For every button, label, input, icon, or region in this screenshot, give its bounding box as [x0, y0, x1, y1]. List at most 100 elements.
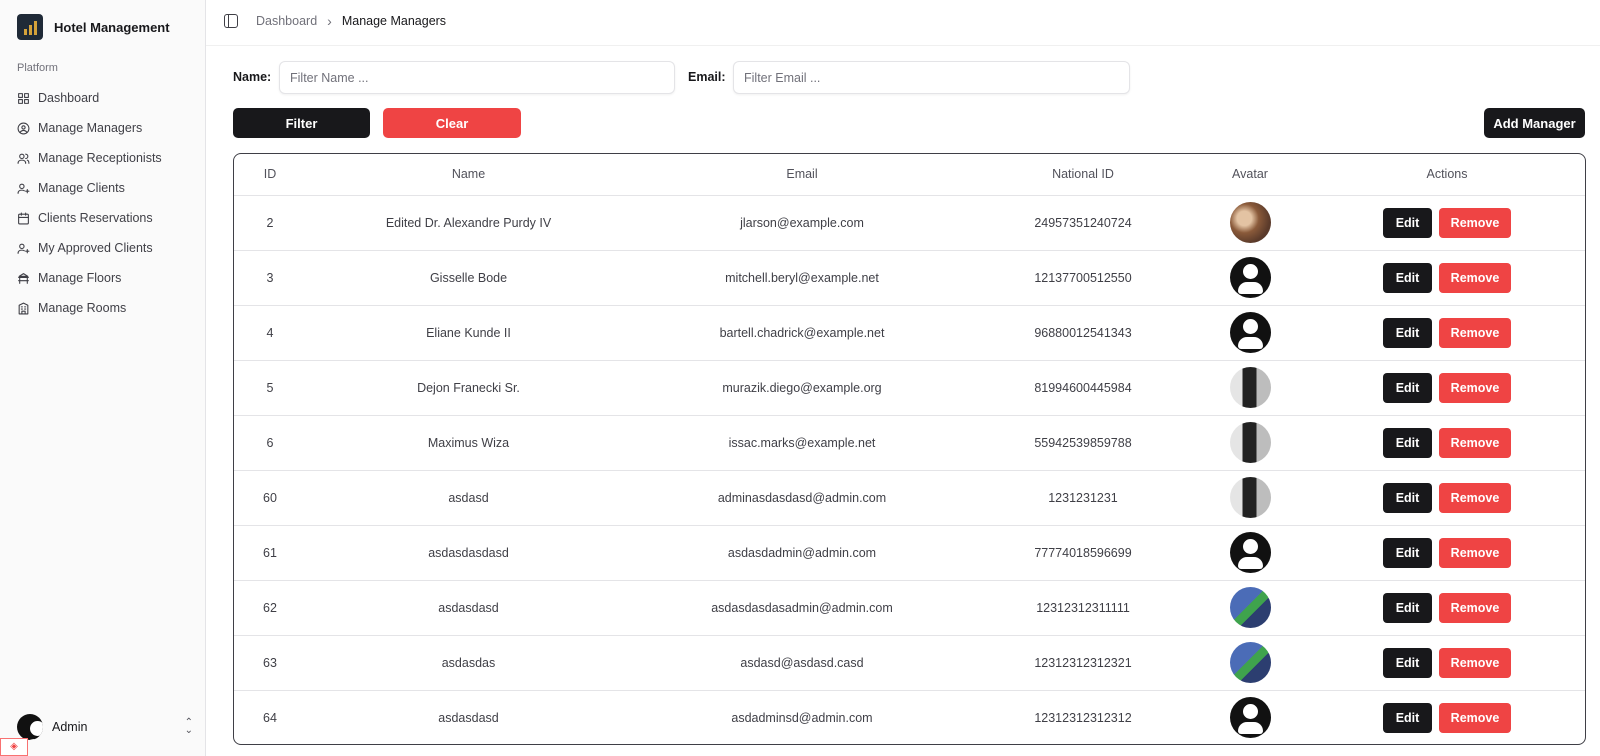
cell-actions: Edit Remove: [1307, 305, 1585, 361]
remove-button[interactable]: Remove: [1439, 372, 1511, 403]
cell-id: 5: [234, 360, 306, 416]
breadcrumb: Dashboard › Manage Managers: [224, 13, 446, 29]
clear-button[interactable]: Clear: [383, 108, 521, 138]
cell-national-id: 12312312311111: [973, 580, 1193, 636]
breadcrumb-dashboard[interactable]: Dashboard: [256, 14, 317, 28]
column-header: Actions: [1307, 154, 1585, 196]
name-filter-label: Name:: [233, 70, 272, 84]
sidebar-toggle-icon[interactable]: [224, 14, 238, 28]
cell-avatar: [1193, 415, 1307, 471]
cell-actions: Edit Remove: [1307, 250, 1585, 306]
sidebar-item-clients-reservations[interactable]: Clients Reservations: [10, 203, 196, 233]
breadcrumb-current: Manage Managers: [341, 14, 447, 28]
calendar-icon: [18, 212, 29, 224]
table-header-row: ID Name Email National ID Avatar Actions: [234, 154, 1585, 196]
sidebar-item-manage-receptionists[interactable]: Manage Receptionists: [10, 143, 196, 173]
sidebar-item-label: Manage Receptionists: [38, 151, 162, 165]
grid-icon: [18, 92, 29, 104]
cell-id: 63: [234, 635, 306, 691]
cell-national-id: 24957351240724: [973, 195, 1193, 251]
avatar: [1229, 257, 1271, 298]
table-row: 63 asdasdas asdasd@asdasd.casd 123123123123…: [234, 635, 1585, 691]
sidebar-item-label: Manage Managers: [38, 121, 143, 135]
cell-email: murazik.diego@example.org: [631, 360, 973, 416]
sidebar-item-manage-managers[interactable]: Manage Managers: [10, 113, 196, 143]
brand[interactable]: Hotel Management: [17, 14, 170, 40]
cell-actions: Edit Remove: [1307, 525, 1585, 581]
cell-avatar: [1193, 305, 1307, 361]
cell-national-id: 12137700512550: [973, 250, 1193, 306]
floors-icon: [18, 272, 29, 284]
sidebar-item-manage-floors[interactable]: Manage Floors: [10, 263, 196, 293]
sidebar-item-manage-clients[interactable]: Manage Clients: [10, 173, 196, 203]
cell-avatar: [1193, 580, 1307, 636]
remove-button[interactable]: Remove: [1439, 537, 1511, 568]
table-row: 6 Maximus Wiza issac.marks@example.net 5594…: [234, 415, 1585, 471]
sidebar-item-my-approved-clients[interactable]: My Approved Clients: [10, 233, 196, 263]
cell-national-id: 81994600445984: [973, 360, 1193, 416]
sidebar-item-label: Dashboard: [38, 91, 100, 105]
edit-button[interactable]: Edit: [1383, 317, 1432, 348]
remove-button[interactable]: Remove: [1439, 317, 1511, 348]
avatar: [1229, 532, 1271, 573]
cell-name: Gisselle Bode: [306, 250, 631, 306]
table-row: 5 Dejon Franecki Sr. murazik.diego@example…: [234, 360, 1585, 416]
edit-button[interactable]: Edit: [1383, 262, 1432, 293]
edit-button[interactable]: Edit: [1383, 592, 1432, 623]
sidebar: Hotel Management Platform Dashboard Mana…: [0, 0, 206, 756]
cell-actions: Edit Remove: [1307, 360, 1585, 416]
cell-national-id: 96880012541343: [973, 305, 1193, 361]
edit-button[interactable]: Edit: [1383, 702, 1432, 733]
edit-button[interactable]: Edit: [1383, 427, 1432, 458]
cell-name: asdasd: [306, 470, 631, 526]
edit-button[interactable]: Edit: [1383, 207, 1432, 238]
remove-button[interactable]: Remove: [1439, 702, 1511, 733]
sidebar-item-dashboard[interactable]: Dashboard: [10, 83, 196, 113]
column-header: Name: [306, 154, 631, 196]
remove-button[interactable]: Remove: [1439, 647, 1511, 678]
remove-button[interactable]: Remove: [1439, 427, 1511, 458]
table-row: 64 asdasdasd asdadminsd@admin.com 123123123…: [234, 690, 1585, 744]
cell-actions: Edit Remove: [1307, 690, 1585, 744]
edit-button[interactable]: Edit: [1383, 537, 1432, 568]
remove-button[interactable]: Remove: [1439, 592, 1511, 623]
add-manager-button[interactable]: Add Manager: [1484, 108, 1585, 138]
sidebar-item-manage-rooms[interactable]: Manage Rooms: [10, 293, 196, 323]
cell-avatar: [1193, 250, 1307, 306]
sidebar-item-label: Manage Rooms: [38, 301, 127, 315]
avatar: [1229, 367, 1271, 408]
column-header: ID: [234, 154, 306, 196]
table-row: 2 Edited Dr. Alexandre Purdy IV jlarson@ex…: [234, 195, 1585, 251]
edit-button[interactable]: Edit: [1383, 482, 1432, 513]
user-avatar: [17, 714, 43, 740]
cell-id: 60: [234, 470, 306, 526]
table-row: 4 Eliane Kunde II bartell.chadrick@example…: [234, 305, 1585, 361]
cell-id: 64: [263, 710, 277, 725]
laravel-icon[interactable]: ◈: [0, 738, 28, 756]
sidebar-group-label: Platform: [17, 62, 58, 74]
user-name: Admin: [52, 720, 88, 734]
user-plus-icon: [17, 183, 30, 194]
app-title: Hotel Management: [54, 19, 170, 35]
edit-button[interactable]: Edit: [1383, 372, 1432, 403]
name-filter-input[interactable]: [279, 61, 675, 94]
avatar: [1229, 642, 1271, 683]
cell-id: 61: [234, 525, 306, 581]
filter-button[interactable]: Filter: [233, 108, 370, 138]
cell-national-id: 12312312312312: [1034, 710, 1132, 725]
cell-email: jlarson@example.com: [631, 195, 973, 251]
cell-name: Eliane Kunde II: [306, 305, 631, 361]
remove-button[interactable]: Remove: [1439, 207, 1511, 238]
remove-button[interactable]: Remove: [1439, 262, 1511, 293]
cell-national-id: 1231231231: [973, 470, 1193, 526]
sidebar-item-label: Manage Floors: [38, 271, 122, 285]
user-menu[interactable]: Admin ⌃ ⌄: [17, 713, 193, 741]
edit-button[interactable]: Edit: [1383, 647, 1432, 678]
column-header: Email: [631, 154, 973, 196]
cell-id: 62: [234, 580, 306, 636]
cell-email: asdasdadmin@admin.com: [631, 525, 973, 581]
remove-button[interactable]: Remove: [1439, 482, 1511, 513]
cell-avatar: [1193, 360, 1307, 416]
email-filter-input[interactable]: [733, 61, 1130, 94]
avatar: [1229, 312, 1271, 353]
